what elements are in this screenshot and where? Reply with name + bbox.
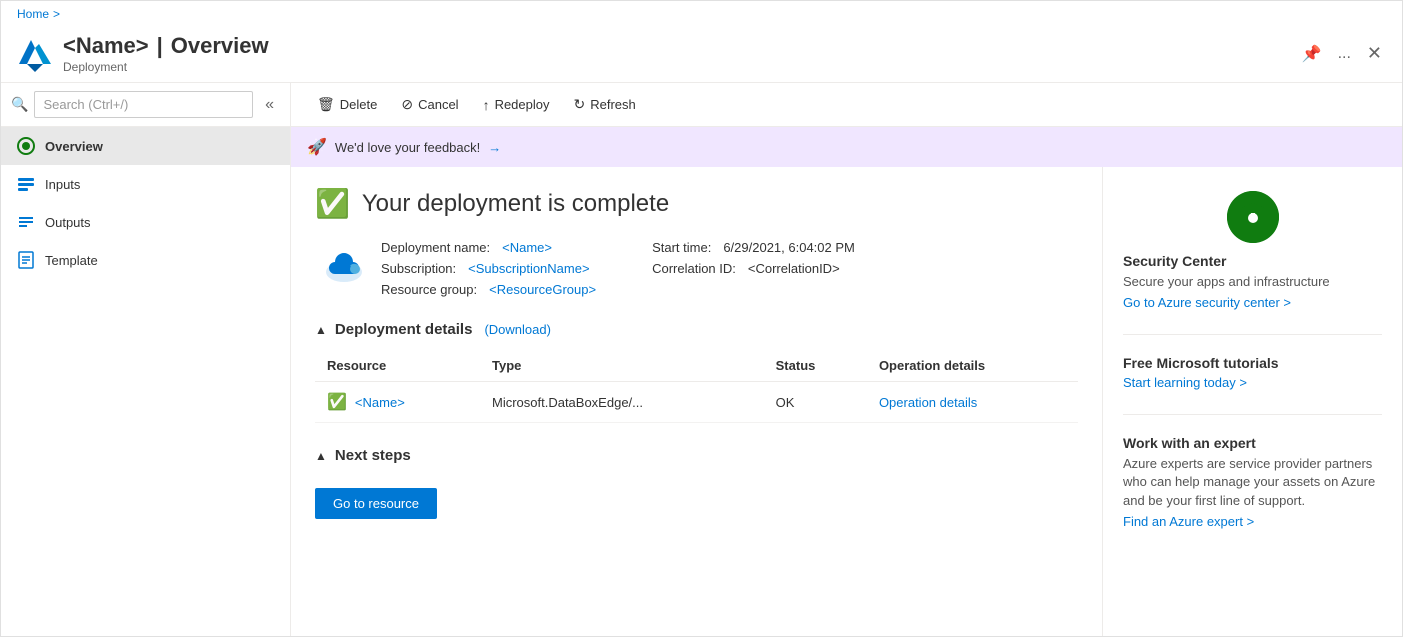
- page-subtitle: Deployment: [63, 60, 1298, 74]
- collapse-sidebar-button[interactable]: «: [259, 94, 280, 116]
- security-shield-icon: [1227, 191, 1279, 243]
- next-steps-section: ▲ Next steps Go to resource: [315, 447, 1078, 519]
- nav-menu: Overview Inputs: [1, 127, 290, 279]
- sidebar-item-outputs[interactable]: Outputs: [1, 203, 290, 241]
- page-title: <Name> | Overview: [63, 33, 1298, 59]
- correlation-value: <CorrelationID>: [748, 261, 840, 276]
- delete-icon: 🗑: [317, 96, 335, 113]
- sidebar-item-template[interactable]: Template: [1, 241, 290, 279]
- cancel-button[interactable]: ⊘ Cancel: [391, 91, 468, 118]
- template-label: Template: [45, 253, 98, 268]
- more-options-icon[interactable]: ...: [1334, 41, 1355, 67]
- expert-title: Work with an expert: [1123, 435, 1382, 451]
- section-toggle[interactable]: ▲: [315, 323, 327, 337]
- panel-divider-1: [1123, 334, 1382, 335]
- close-icon[interactable]: ✕: [1363, 39, 1386, 68]
- subscription-label: Subscription:: [381, 261, 456, 276]
- right-panel: Security Center Secure your apps and inf…: [1102, 167, 1402, 636]
- outputs-label: Outputs: [45, 215, 91, 230]
- redeploy-icon: ↑: [483, 97, 490, 113]
- next-steps-toggle[interactable]: ▲: [315, 449, 327, 463]
- col-type: Type: [480, 350, 764, 382]
- resource-group-value[interactable]: <ResourceGroup>: [489, 282, 596, 297]
- name-value[interactable]: <Name>: [502, 240, 552, 255]
- tutorials-panel: Free Microsoft tutorials Start learning …: [1123, 355, 1382, 390]
- security-center-link[interactable]: Go to Azure security center >: [1123, 295, 1291, 310]
- row-success-icon: ✅: [327, 392, 347, 412]
- sidebar-item-inputs[interactable]: Inputs: [1, 165, 290, 203]
- sidebar-item-overview[interactable]: Overview: [1, 127, 290, 165]
- pin-icon[interactable]: 📌: [1298, 40, 1326, 68]
- inputs-label: Inputs: [45, 177, 80, 192]
- operation-details-link[interactable]: Operation details: [879, 395, 977, 410]
- feedback-text: We'd love your feedback!: [335, 140, 480, 155]
- expert-panel: Work with an expert Azure experts are se…: [1123, 435, 1382, 529]
- resource-group-label: Resource group:: [381, 282, 477, 297]
- tutorials-link[interactable]: Start learning today >: [1123, 375, 1247, 390]
- table-row: ✅ <Name> Microsoft.DataBoxEdge/... OK Op…: [315, 382, 1078, 423]
- overview-icon: [17, 137, 35, 155]
- name-label: Deployment name:: [381, 240, 490, 255]
- subscription-value[interactable]: <SubscriptionName>: [468, 261, 589, 276]
- deployment-title: Your deployment is complete: [362, 190, 669, 218]
- refresh-icon: ↻: [574, 96, 586, 113]
- expert-desc: Azure experts are service provider partn…: [1123, 455, 1382, 510]
- redeploy-button[interactable]: ↑ Redeploy: [473, 92, 560, 118]
- resource-status: OK: [764, 382, 867, 423]
- breadcrumb-separator: >: [53, 7, 60, 21]
- download-link[interactable]: (Download): [484, 322, 550, 337]
- expert-link[interactable]: Find an Azure expert >: [1123, 514, 1254, 529]
- breadcrumb-home[interactable]: Home: [17, 7, 49, 21]
- deployment-complete-header: ✅ Your deployment is complete: [315, 187, 1078, 220]
- cancel-icon: ⊘: [401, 96, 413, 113]
- tutorials-title: Free Microsoft tutorials: [1123, 355, 1382, 371]
- deployment-details-section: ▲ Deployment details (Download) Resource…: [315, 321, 1078, 423]
- resource-type: Microsoft.DataBoxEdge/...: [480, 382, 764, 423]
- azure-logo: [17, 36, 53, 72]
- col-status: Status: [764, 350, 867, 382]
- col-operation: Operation details: [867, 350, 1078, 382]
- deployment-table: Resource Type Status Operation details: [315, 350, 1078, 423]
- start-time-label: Start time:: [652, 240, 711, 255]
- col-resource: Resource: [315, 350, 480, 382]
- feedback-link[interactable]: →: [488, 140, 501, 155]
- security-center-desc: Secure your apps and infrastructure: [1123, 273, 1382, 291]
- correlation-label: Correlation ID:: [652, 261, 736, 276]
- section-title: Deployment details: [335, 321, 473, 338]
- cloud-icon: [323, 244, 365, 286]
- search-icon: 🔍: [11, 96, 28, 113]
- outputs-icon: [17, 213, 35, 231]
- template-icon: [17, 251, 35, 269]
- delete-button[interactable]: 🗑 Delete: [307, 91, 387, 118]
- next-steps-title: Next steps: [335, 447, 411, 464]
- inputs-icon: [17, 175, 35, 193]
- resource-name-link[interactable]: <Name>: [355, 395, 405, 410]
- refresh-button[interactable]: ↻ Refresh: [564, 91, 646, 118]
- feedback-icon: 🚀: [307, 137, 327, 157]
- start-time-value: 6/29/2021, 6:04:02 PM: [723, 240, 855, 255]
- panel-divider-2: [1123, 414, 1382, 415]
- toolbar: 🗑 Delete ⊘ Cancel ↑ Redeploy ↻ Refresh: [291, 83, 1402, 127]
- search-input[interactable]: [34, 91, 253, 118]
- success-icon: ✅: [315, 187, 350, 220]
- overview-label: Overview: [45, 139, 103, 154]
- feedback-banner: 🚀 We'd love your feedback! →: [291, 127, 1402, 167]
- go-to-resource-button[interactable]: Go to resource: [315, 488, 437, 519]
- security-center-title: Security Center: [1123, 253, 1382, 269]
- security-center-panel: Security Center Secure your apps and inf…: [1123, 191, 1382, 310]
